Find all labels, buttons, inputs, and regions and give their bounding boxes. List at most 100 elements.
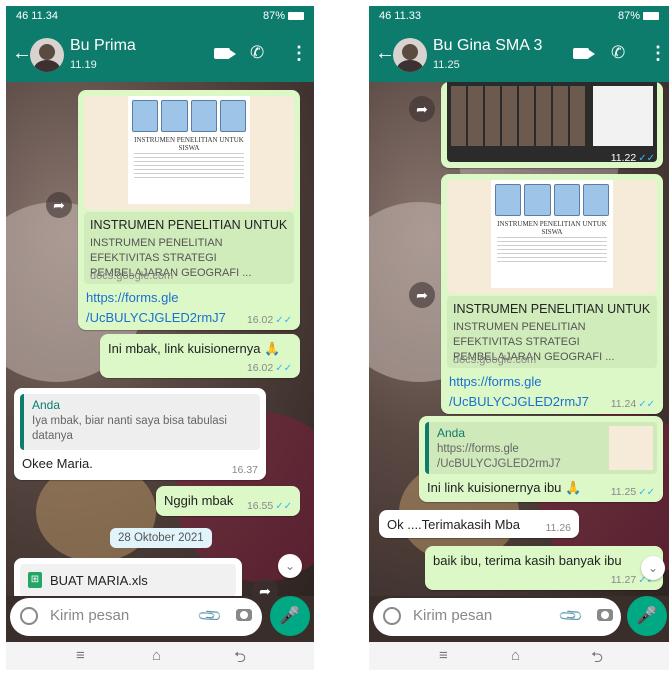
scroll-down-icon[interactable]: ⌄ <box>278 554 302 578</box>
link-domain: docs.google.com <box>453 354 537 366</box>
recents-icon[interactable]: ≡ <box>76 647 85 664</box>
recents-icon[interactable]: ≡ <box>439 647 448 664</box>
file-message-bubble[interactable]: ⊞ BUAT MARIA.xls <box>14 558 242 596</box>
forward-icon[interactable]: ➦ <box>409 96 435 122</box>
read-ticks-icon: ✓✓ <box>275 501 292 512</box>
link-preview[interactable]: INSTRUMEN PENELITIAN UNTUK ... INSTRUMEN… <box>447 296 657 368</box>
link-preview[interactable]: INSTRUMEN PENELITIAN UNTUK ... INSTRUMEN… <box>84 212 294 284</box>
message-input-bar: 📎 🎤 <box>6 596 314 642</box>
video-call-icon[interactable] <box>573 48 595 59</box>
home-icon[interactable]: ⌂ <box>152 647 161 664</box>
quoted-thumbnail <box>609 426 653 470</box>
camera-icon[interactable] <box>236 609 252 621</box>
forward-icon[interactable]: ➦ <box>46 192 72 218</box>
avatar[interactable] <box>393 38 427 72</box>
contact-name[interactable]: Bu Prima <box>70 37 136 55</box>
file-attachment[interactable]: ⊞ BUAT MARIA.xls <box>20 564 236 596</box>
message-bubble[interactable]: Nggih mbak 16.55 ✓✓ <box>156 486 300 516</box>
message-text: Ini mbak, link kuisionernya 🙏 <box>108 341 281 356</box>
quoted-sender: Anda <box>32 398 61 412</box>
form-preview-image[interactable]: INSTRUMEN PENELITIAN UNTUK SISWA <box>84 96 294 210</box>
emoji-icon[interactable] <box>383 607 401 625</box>
link-message-bubble[interactable]: INSTRUMEN PENELITIAN UNTUK SISWA INSTRUM… <box>441 174 663 414</box>
quoted-message[interactable]: Anda https://forms.gle /UcBULYCJGLED2rmJ… <box>425 422 657 474</box>
status-bar: 46 11.34 87% <box>6 6 314 28</box>
video-meeting-image[interactable] <box>447 82 657 162</box>
battery-icon <box>288 12 304 21</box>
message-text: Nggih mbak <box>164 493 234 508</box>
chat-wallpaper: 11.22 ✓✓ ➦ INSTRUMEN PENELITIAN UNTUK SIS… <box>369 82 669 596</box>
link-message-bubble[interactable]: INSTRUMEN PENELITIAN UNTUK SISWA INSTRUM… <box>78 90 300 330</box>
chat-header: ← Bu Gina SMA 3 11.25 ✆ ⋮ <box>369 28 669 82</box>
quoted-text: Iya mbak, biar nanti saya bisa tabulasi … <box>32 415 227 442</box>
message-time: 16.37 <box>231 464 258 476</box>
chat-header: ← Bu Prima 11.19 ✆ ⋮ <box>6 28 314 82</box>
message-time: 16.55 ✓✓ <box>246 500 292 512</box>
chat-wallpaper: INSTRUMEN PENELITIAN UNTUK SISWA INSTRUM… <box>6 82 314 596</box>
quoted-text: https://forms.gle /UcBULYCJGLED2rmJ7 <box>437 443 561 470</box>
message-text: Ini link kuisionernya ibu 🙏 <box>427 480 582 495</box>
scroll-down-icon[interactable]: ⌄ <box>641 556 665 580</box>
phone-screenshot-left: 46 11.34 87% ← Bu Prima 11.19 ✆ ⋮ INSTRU… <box>6 6 314 670</box>
android-nav-bar: ≡ ⌂ ⮌ <box>6 642 314 670</box>
excel-file-icon: ⊞ <box>28 572 42 588</box>
image-message-bubble[interactable]: 11.22 ✓✓ <box>441 82 663 168</box>
message-input-box[interactable]: 📎 <box>373 598 621 636</box>
message-input[interactable] <box>48 606 152 625</box>
back-arrow-icon[interactable]: ← <box>12 42 32 65</box>
android-nav-bar: ≡ ⌂ ⮌ <box>369 642 669 670</box>
mic-button[interactable]: 🎤 <box>627 596 667 636</box>
link-url[interactable]: https://forms.gle/UcBULYCJGLED2rmJ7 <box>449 372 589 412</box>
reply-message-bubble[interactable]: Anda Iya mbak, biar nanti saya bisa tabu… <box>14 388 266 480</box>
message-input-box[interactable]: 📎 <box>10 598 262 636</box>
forward-icon[interactable]: ➦ <box>409 282 435 308</box>
more-menu-icon[interactable]: ⋮ <box>290 43 308 64</box>
home-icon[interactable]: ⌂ <box>511 647 520 664</box>
link-domain: docs.google.com <box>90 270 174 282</box>
back-nav-icon[interactable]: ⮌ <box>234 647 246 670</box>
mic-button[interactable]: 🎤 <box>270 596 310 636</box>
back-arrow-icon[interactable]: ← <box>375 42 395 65</box>
read-ticks-icon: ✓✓ <box>638 153 655 164</box>
reply-message-bubble[interactable]: Anda https://forms.gle /UcBULYCJGLED2rmJ… <box>419 416 663 502</box>
date-chip: 28 Oktober 2021 <box>110 528 212 548</box>
message-text: Ok ....Terimakasih Mba <box>387 517 520 532</box>
status-time: 46 11.33 <box>379 10 422 22</box>
link-url[interactable]: https://forms.gle/UcBULYCJGLED2rmJ7 <box>86 288 226 328</box>
contact-last-seen: 11.25 <box>433 59 460 71</box>
phone-call-icon[interactable]: ✆ <box>611 43 625 63</box>
read-ticks-icon: ✓✓ <box>638 399 655 410</box>
message-bubble[interactable]: baik ibu, terima kasih banyak ibu 11.27 ✓… <box>425 546 663 590</box>
message-time: 11.24 ✓✓ <box>610 398 655 410</box>
emoji-icon[interactable] <box>20 607 38 625</box>
message-bubble[interactable]: Ok ....Terimakasih Mba 11.26 <box>379 510 579 538</box>
message-time: 11.25 ✓✓ <box>610 486 655 498</box>
camera-icon[interactable] <box>597 609 613 621</box>
status-battery: 87% <box>263 10 304 22</box>
phone-call-icon[interactable]: ✆ <box>250 43 264 63</box>
message-bubble[interactable]: Ini mbak, link kuisionernya 🙏 16.02 ✓✓ <box>100 334 300 378</box>
video-call-icon[interactable] <box>214 48 236 59</box>
message-time: 11.22 ✓✓ <box>610 152 655 164</box>
phone-screenshot-right: 46 11.33 87% ← Bu Gina SMA 3 11.25 ✆ ⋮ 1… <box>369 6 669 670</box>
attach-icon[interactable]: 📎 <box>196 602 224 630</box>
avatar[interactable] <box>30 38 64 72</box>
contact-last-seen: 11.19 <box>70 59 97 71</box>
message-time: 16.02 ✓✓ <box>246 362 292 374</box>
message-input[interactable] <box>411 606 515 625</box>
link-title: INSTRUMEN PENELITIAN UNTUK ... <box>453 302 651 316</box>
status-bar: 46 11.33 87% <box>369 6 669 28</box>
read-ticks-icon: ✓✓ <box>275 315 292 326</box>
read-ticks-icon: ✓✓ <box>638 487 655 498</box>
contact-name[interactable]: Bu Gina SMA 3 <box>433 37 542 55</box>
message-text: baik ibu, terima kasih banyak ibu <box>433 553 622 568</box>
quoted-message[interactable]: Anda Iya mbak, biar nanti saya bisa tabu… <box>20 394 260 450</box>
attach-icon[interactable]: 📎 <box>557 602 585 630</box>
message-time: 11.26 <box>545 522 572 534</box>
back-nav-icon[interactable]: ⮌ <box>591 647 603 670</box>
battery-icon <box>643 12 659 21</box>
status-time: 46 11.34 <box>16 10 59 22</box>
form-preview-image[interactable]: INSTRUMEN PENELITIAN UNTUK SISWA <box>447 180 657 294</box>
link-title: INSTRUMEN PENELITIAN UNTUK ... <box>90 218 288 232</box>
more-menu-icon[interactable]: ⋮ <box>649 43 667 64</box>
